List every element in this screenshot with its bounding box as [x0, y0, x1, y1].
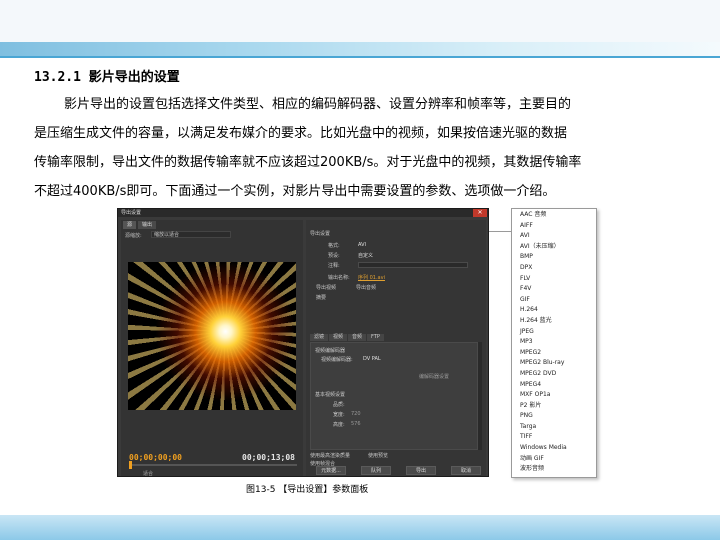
slide-header-line — [0, 56, 720, 58]
tab-filters[interactable]: 滤镜 — [310, 334, 329, 341]
timeline-scrubber[interactable] — [129, 464, 297, 466]
format-option[interactable]: AVI（未压缩） — [512, 242, 596, 253]
format-option[interactable]: 动画 GIF — [512, 454, 596, 465]
width-label: 宽度: — [333, 412, 345, 418]
format-option[interactable]: PNG — [512, 411, 596, 422]
video-settings-panel: 视频编解码器 视频编解码器: DV PAL 编解码器设置 基本视频设置 品质: … — [310, 342, 478, 450]
tab-audio[interactable]: 音频 — [348, 334, 367, 341]
comments-field[interactable] — [358, 262, 468, 268]
format-option[interactable]: MPEG4 — [512, 380, 596, 391]
format-option[interactable]: H.264 — [512, 305, 596, 316]
zoom-select[interactable]: 适合 — [143, 470, 153, 476]
codec-label: 视频编解码器: — [321, 357, 353, 363]
format-option[interactable]: 波形音频 — [512, 464, 596, 475]
format-option[interactable]: AAC 音频 — [512, 210, 596, 221]
format-option[interactable]: MP3 — [512, 337, 596, 348]
codec-settings-button[interactable]: 编解码器设置 — [419, 373, 449, 380]
codec-heading: 视频编解码器 — [315, 348, 346, 354]
paragraph-line-2: 是压缩生成文件的容量，以满足发布媒介的要求。比如光盘中的视频，如果按倍速光驱的数… — [34, 126, 568, 141]
height-field[interactable]: 576 — [351, 421, 361, 427]
format-option[interactable]: Targa — [512, 422, 596, 433]
format-option[interactable]: JPEG — [512, 327, 596, 338]
format-option[interactable]: MPEG2 DVD — [512, 369, 596, 380]
width-field[interactable]: 720 — [351, 411, 361, 417]
format-label: 格式: — [328, 243, 340, 249]
quality-label: 品质: — [333, 402, 345, 408]
output-name-label: 输出名称: — [328, 275, 350, 281]
settings-scrollbar[interactable] — [478, 342, 482, 450]
format-option[interactable]: FLV — [512, 274, 596, 285]
format-option[interactable]: MXF OP1a — [512, 390, 596, 401]
paragraph-line-4: 不超过400KB/s即可。下面通过一个实例，对影片导出中需要设置的参数、选项做一… — [34, 184, 556, 199]
format-option[interactable]: GIF — [512, 295, 596, 306]
tab-source[interactable]: 源 — [123, 221, 137, 229]
section-title: 13.2.1 影片导出的设置 — [34, 70, 180, 85]
summary-toggle[interactable]: 摘要 — [316, 294, 326, 301]
tab-video[interactable]: 视频 — [329, 334, 348, 341]
format-option[interactable]: H.264 蓝光 — [512, 316, 596, 327]
paragraph-line-1: 影片导出的设置包括选择文件类型、相应的编码解码器、设置分辨率和帧率等，主要目的 — [64, 97, 572, 112]
metadata-button[interactable]: 元数据... — [316, 466, 346, 475]
slide-footer-bar — [0, 515, 720, 540]
tab-output[interactable]: 输出 — [138, 221, 157, 229]
timeline-controls: 00;00;00;00 00;00;13;08 适合 — [123, 449, 301, 476]
close-icon[interactable]: ✕ — [473, 209, 487, 217]
format-option-label: AVI — [520, 232, 530, 240]
use-previews-checkbox[interactable]: 使用预览 — [368, 452, 388, 459]
format-option[interactable]: MPEG2 — [512, 348, 596, 359]
export-settings-dialog-figure: 导出设置 ✕ 源 输出 源缩放: 缩放以适合 00;00;00;00 00;00… — [117, 208, 489, 477]
format-option-selected[interactable]: ●AVI — [512, 231, 596, 242]
format-option[interactable]: AIFF — [512, 221, 596, 232]
slide-header-gradient-bar — [0, 42, 720, 56]
format-option[interactable]: P2 影片 — [512, 401, 596, 412]
playhead-handle[interactable] — [129, 461, 132, 469]
comments-label: 注释: — [328, 263, 340, 269]
dialog-title: 导出设置 — [118, 209, 488, 217]
format-option[interactable]: MPEG2 Blu-ray — [512, 358, 596, 369]
timecode-start[interactable]: 00;00;00;00 — [129, 453, 182, 462]
format-select[interactable]: AVI — [358, 242, 366, 248]
source-scale-label: 源缩放: — [125, 233, 142, 239]
queue-button[interactable]: 队列 — [361, 466, 391, 475]
export-settings-heading: 导出设置 — [310, 231, 331, 237]
source-tabs: 源 输出 — [123, 221, 157, 229]
callout-line — [489, 231, 511, 232]
source-pane: 源 输出 源缩放: 缩放以适合 00;00;00;00 00;00;13;08 … — [121, 220, 303, 476]
dialog-buttons: 元数据... 队列 导出 取消 — [316, 466, 481, 475]
codec-select[interactable]: DV PAL — [363, 356, 381, 362]
export-button[interactable]: 导出 — [406, 466, 436, 475]
light-burst-image — [128, 262, 296, 410]
format-dropdown-list: AAC 音频AIFF●AVIAVI（未压缩）BMPDPXFLVF4VGIFH.2… — [511, 208, 597, 478]
format-option[interactable]: TIFF — [512, 432, 596, 443]
preset-label: 预设: — [328, 253, 340, 259]
body-paragraph: 影片导出的设置包括选择文件类型、相应的编码解码器、设置分辨率和帧率等，主要目的 … — [34, 90, 690, 206]
output-name-link[interactable]: 序列 01.avi — [358, 274, 385, 281]
paragraph-line-3: 传输率限制，导出文件的数据传输率就不应该超过200KB/s。对于光盘中的视频，其… — [34, 155, 582, 170]
basic-video-heading: 基本视频设置 — [315, 392, 346, 398]
max-render-quality-checkbox[interactable]: 使用最高渲染质量 — [310, 452, 350, 459]
format-option[interactable]: DPX — [512, 263, 596, 274]
format-option[interactable]: F4V — [512, 284, 596, 295]
format-option[interactable]: Windows Media — [512, 443, 596, 454]
timecode-end: 00;00;13;08 — [242, 453, 295, 462]
export-settings-pane: 导出设置 格式: AVI 预设: 自定义 注释: 输出名称: 序列 01.avi… — [306, 220, 486, 476]
figure-caption: 图13-5 【导出设置】参数面板 — [246, 485, 369, 495]
format-options: AAC 音频AIFF●AVIAVI（未压缩）BMPDPXFLVF4VGIFH.2… — [512, 209, 596, 475]
export-audio-checkbox[interactable]: 导出音频 — [356, 284, 376, 291]
preset-select[interactable]: 自定义 — [358, 252, 373, 259]
export-video-checkbox[interactable]: 导出视频 — [316, 284, 336, 291]
format-option[interactable]: BMP — [512, 252, 596, 263]
source-scale-select[interactable]: 缩放以适合 — [151, 231, 231, 238]
settings-tabs: 滤镜 视频 音频 FTP — [310, 334, 384, 341]
height-label: 高度: — [333, 422, 345, 428]
video-preview — [128, 262, 296, 410]
tab-ftp[interactable]: FTP — [367, 334, 384, 341]
cancel-button[interactable]: 取消 — [451, 466, 481, 475]
